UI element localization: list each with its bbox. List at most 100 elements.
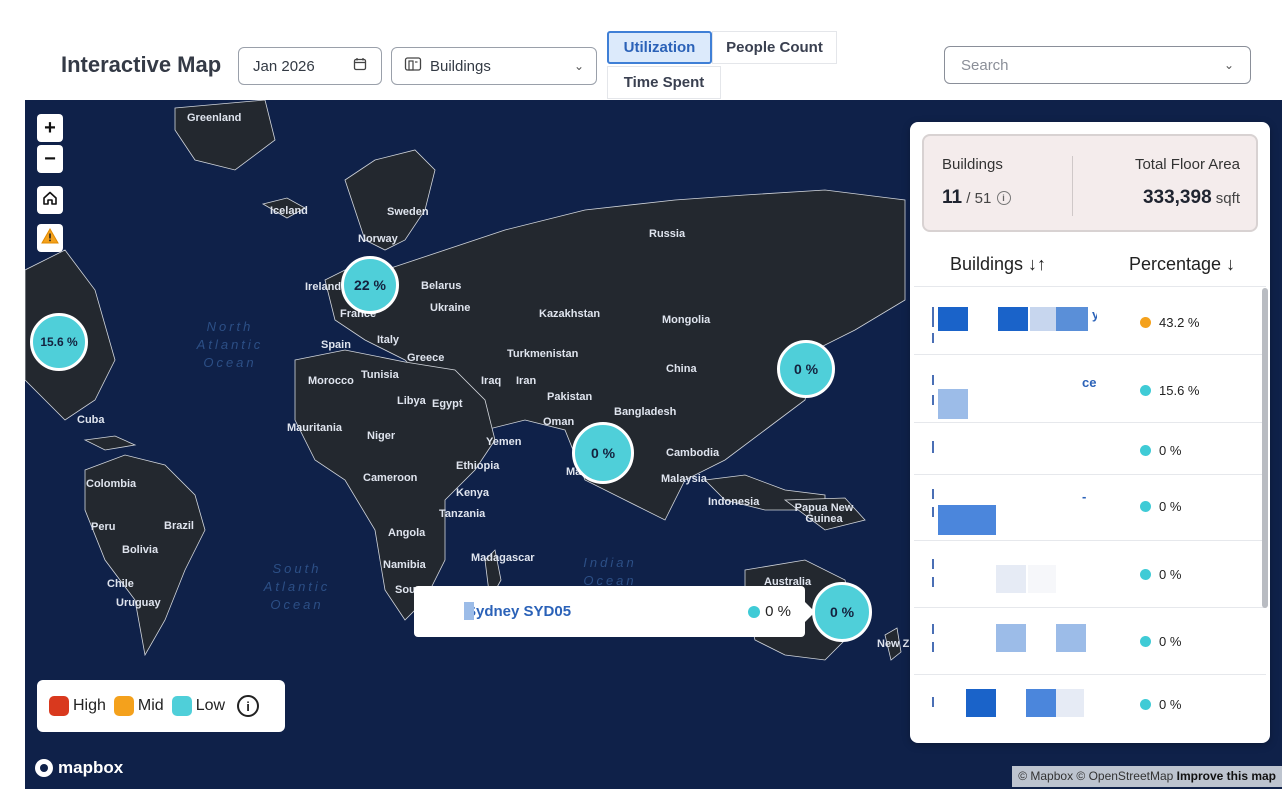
map-label: Papua New Guinea	[794, 502, 854, 525]
map-label: Indonesia	[708, 496, 760, 508]
map-label: Egypt	[432, 398, 463, 410]
percentage-value: 0 %	[1159, 499, 1182, 514]
floor-area-value: 333,398 sqft	[1135, 187, 1240, 209]
legend-label: Low	[195, 697, 226, 714]
list-item[interactable]: 0 %	[914, 607, 1266, 674]
tab-people-count[interactable]: People Count	[712, 31, 837, 64]
building-name-redacted: ce	[932, 369, 1097, 419]
attribution-text[interactable]: © Mapbox © OpenStreetMap	[1018, 769, 1173, 783]
percentage-value: 15.6 %	[1159, 383, 1200, 398]
popup-value: 0 %	[765, 603, 791, 620]
map-label: Bangladesh	[614, 406, 677, 418]
list-item[interactable]: 0 %	[914, 540, 1266, 607]
search-select[interactable]: Search ⌄	[944, 46, 1251, 84]
map-label: Angola	[388, 527, 426, 539]
map-label: Sou	[395, 584, 416, 596]
list-item[interactable]: 0 %	[914, 422, 1266, 474]
map-label: Mauritania	[287, 422, 343, 434]
sort-by-percentage-header[interactable]: Percentage ↓	[1129, 254, 1235, 275]
percentage-cell: 43.2 %	[1140, 315, 1199, 330]
cluster-marker[interactable]: 15.6 %	[30, 313, 88, 371]
list-scrollbar[interactable]	[1262, 288, 1268, 608]
buildings-summary-label: Buildings	[942, 156, 1003, 173]
building-name-redacted	[932, 559, 1097, 599]
map-label: Morocco	[308, 375, 354, 387]
map-attribution: © Mapbox © OpenStreetMap Improve this ma…	[1012, 766, 1282, 787]
map-label: Ethiopia	[456, 460, 500, 472]
percentage-cell: 0 %	[1140, 697, 1181, 712]
info-icon[interactable]: i	[996, 190, 1011, 205]
ocean-label: South Atlantic Ocean	[263, 561, 331, 612]
list-item[interactable]: - 0 %	[914, 474, 1266, 540]
map-label: Greece	[407, 352, 445, 364]
cluster-marker[interactable]: 0 %	[572, 422, 634, 484]
percentage-cell: 0 %	[1140, 499, 1181, 514]
list-item[interactable]: y 43.2 %	[914, 286, 1266, 354]
list-item[interactable]: ce 15.6 %	[914, 354, 1266, 422]
floor-area-summary: Total Floor Area 333,398 sqft	[1135, 156, 1240, 209]
home-button[interactable]	[37, 186, 63, 214]
building-type-select[interactable]: Buildings ⌄	[391, 47, 597, 85]
map-label: Chile	[107, 578, 134, 590]
map-label: Colombia	[86, 478, 137, 490]
map-label: Pakistan	[547, 391, 593, 403]
status-dot	[1140, 569, 1151, 580]
mapbox-logo[interactable]: mapbox	[35, 758, 123, 778]
map-label: Oman	[543, 416, 575, 428]
summary-card: Buildings 11 / 51 i Total Floor Area 333…	[922, 134, 1258, 232]
cluster-marker[interactable]: 22 %	[341, 256, 399, 314]
ocean-label: Indian Ocean	[583, 555, 637, 588]
building-list: y 43.2 % ce 15.6 % 0 % - 0 % 0 % 0 % 0 %	[914, 286, 1266, 734]
status-dot	[1140, 699, 1151, 710]
status-dot	[1140, 636, 1151, 647]
map-label: Greenland	[187, 112, 242, 124]
floor-area-number: 333,398	[1142, 187, 1212, 208]
building-name-suffix: y	[1092, 307, 1097, 322]
legend-swatch	[171, 696, 192, 716]
improve-map-link[interactable]: Improve this map	[1177, 769, 1276, 783]
status-dot	[748, 605, 761, 618]
zoom-out-button[interactable]: −	[37, 145, 63, 173]
map-label: Malaysia	[661, 473, 707, 485]
zoom-in-button[interactable]: +	[37, 114, 63, 142]
map-label: Sweden	[387, 206, 429, 218]
redacted-block	[464, 602, 474, 620]
status-dot	[1140, 501, 1151, 512]
map-label: Kenya	[456, 487, 490, 499]
list-item[interactable]: 0 %	[914, 674, 1266, 734]
warning-button[interactable]	[37, 224, 63, 252]
building-name-redacted	[932, 624, 1097, 664]
percentage-cell: 0 %	[1140, 567, 1181, 582]
legend-swatch	[49, 696, 69, 716]
map-label: Iceland	[270, 205, 308, 217]
percentage-value: 43.2 %	[1159, 315, 1200, 330]
chevron-down-icon: ⌄	[1223, 58, 1234, 72]
map-label: Cuba	[77, 414, 105, 426]
popup-building-name[interactable]: Sydney SYD05	[466, 603, 748, 620]
building-icon	[404, 56, 422, 76]
percentage-value: 0 %	[1159, 697, 1182, 712]
map-label: Yemen	[486, 436, 522, 448]
map-label: Italy	[377, 334, 400, 346]
month-picker[interactable]: Jan 2026	[238, 47, 382, 85]
info-icon[interactable]: i	[237, 695, 260, 717]
summary-divider	[1072, 156, 1073, 216]
buildings-summary: Buildings 11 / 51 i	[942, 156, 1011, 209]
cluster-marker[interactable]: 0 %	[812, 582, 872, 642]
legend-item-mid: Mid	[113, 696, 164, 716]
map-label: New Z	[877, 638, 910, 650]
tab-time-spent[interactable]: Time Spent	[607, 66, 721, 99]
buildings-summary-value: 11 / 51 i	[942, 187, 1011, 209]
sort-by-building-header[interactable]: Buildings ↓↑	[950, 254, 1046, 275]
building-name-suffix: ce	[1082, 375, 1097, 390]
map-label: Russia	[649, 228, 686, 240]
status-dot	[1140, 317, 1151, 328]
map-label: Tunisia	[361, 369, 399, 381]
cluster-marker[interactable]: 0 %	[777, 340, 835, 398]
tab-utilization[interactable]: Utilization	[607, 31, 712, 64]
map-label: Iraq	[481, 375, 502, 387]
building-popup[interactable]: Sydney SYD05 0 %	[414, 586, 815, 637]
map-label: Belarus	[421, 280, 462, 292]
status-dot	[1140, 445, 1151, 456]
building-type-value: Buildings	[430, 57, 491, 75]
